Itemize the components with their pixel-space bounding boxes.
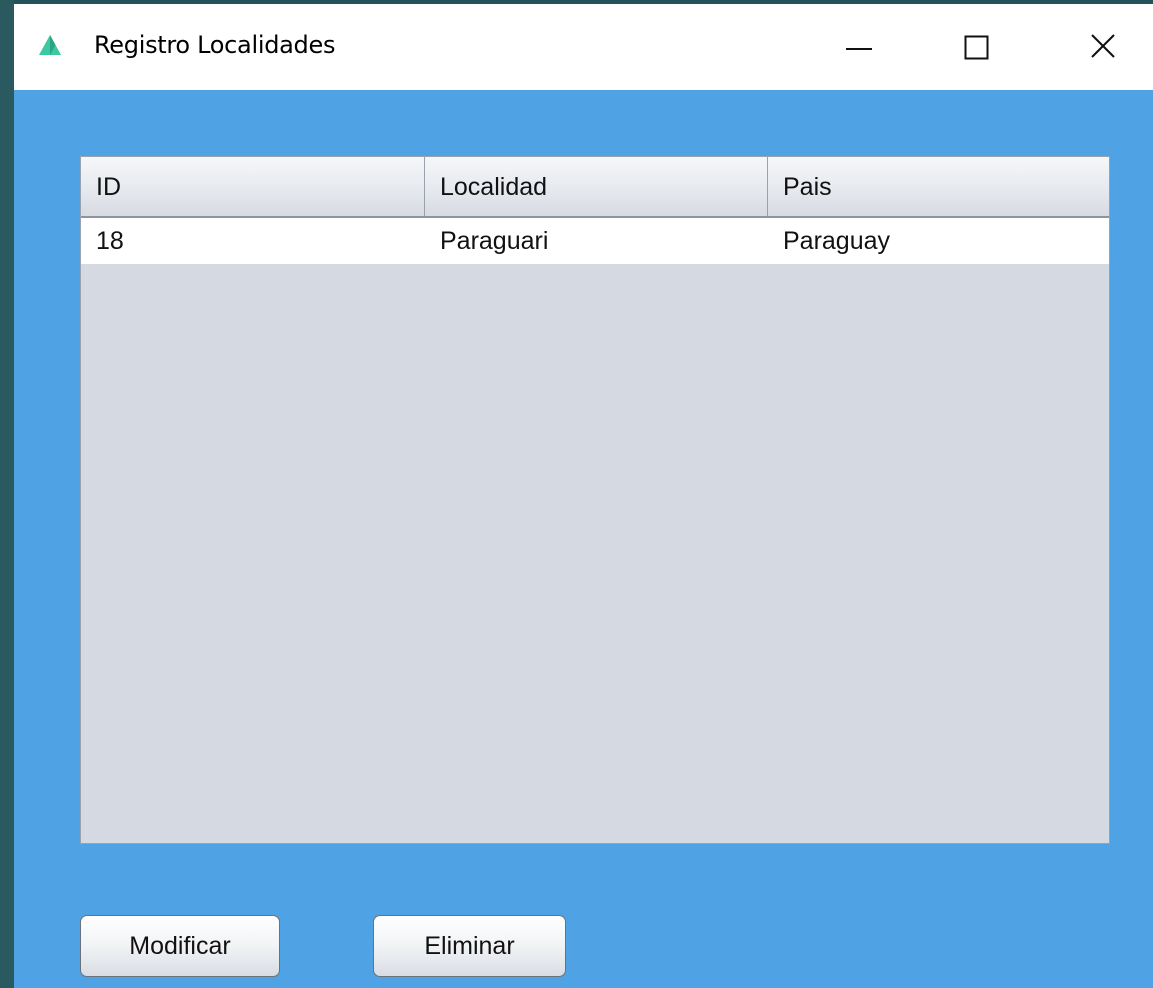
table-header: ID Localidad Pais — [81, 157, 1109, 218]
column-header-localidad[interactable]: Localidad — [425, 157, 768, 216]
column-header-id[interactable]: ID — [81, 157, 425, 216]
modificar-button[interactable]: Modificar — [80, 915, 280, 977]
close-icon — [1091, 34, 1115, 58]
cell-pais[interactable]: Paraguay — [768, 218, 1109, 264]
triangle-app-icon — [38, 34, 62, 56]
table-row[interactable]: 18 Paraguari Paraguay — [81, 218, 1109, 264]
cell-id[interactable]: 18 — [81, 218, 425, 264]
content-panel: ID Localidad Pais 18 Paraguari Paraguay … — [14, 90, 1153, 988]
registro-localidades-window: Registro Localidades ID Localidad Pais 1… — [14, 0, 1153, 988]
window-title: Registro Localidades — [94, 31, 336, 59]
eliminar-button[interactable]: Eliminar — [373, 915, 566, 977]
close-button[interactable] — [1059, 4, 1149, 90]
title-bar[interactable]: Registro Localidades — [14, 4, 1153, 90]
column-header-pais[interactable]: Pais — [768, 157, 1109, 216]
maximize-icon — [964, 35, 989, 60]
table-body: 18 Paraguari Paraguay — [81, 218, 1109, 264]
localidades-table[interactable]: ID Localidad Pais 18 Paraguari Paraguay — [80, 156, 1110, 844]
minimize-icon — [846, 48, 872, 50]
minimize-button[interactable] — [814, 4, 904, 90]
cell-localidad[interactable]: Paraguari — [425, 218, 768, 264]
maximize-button[interactable] — [934, 4, 1024, 90]
